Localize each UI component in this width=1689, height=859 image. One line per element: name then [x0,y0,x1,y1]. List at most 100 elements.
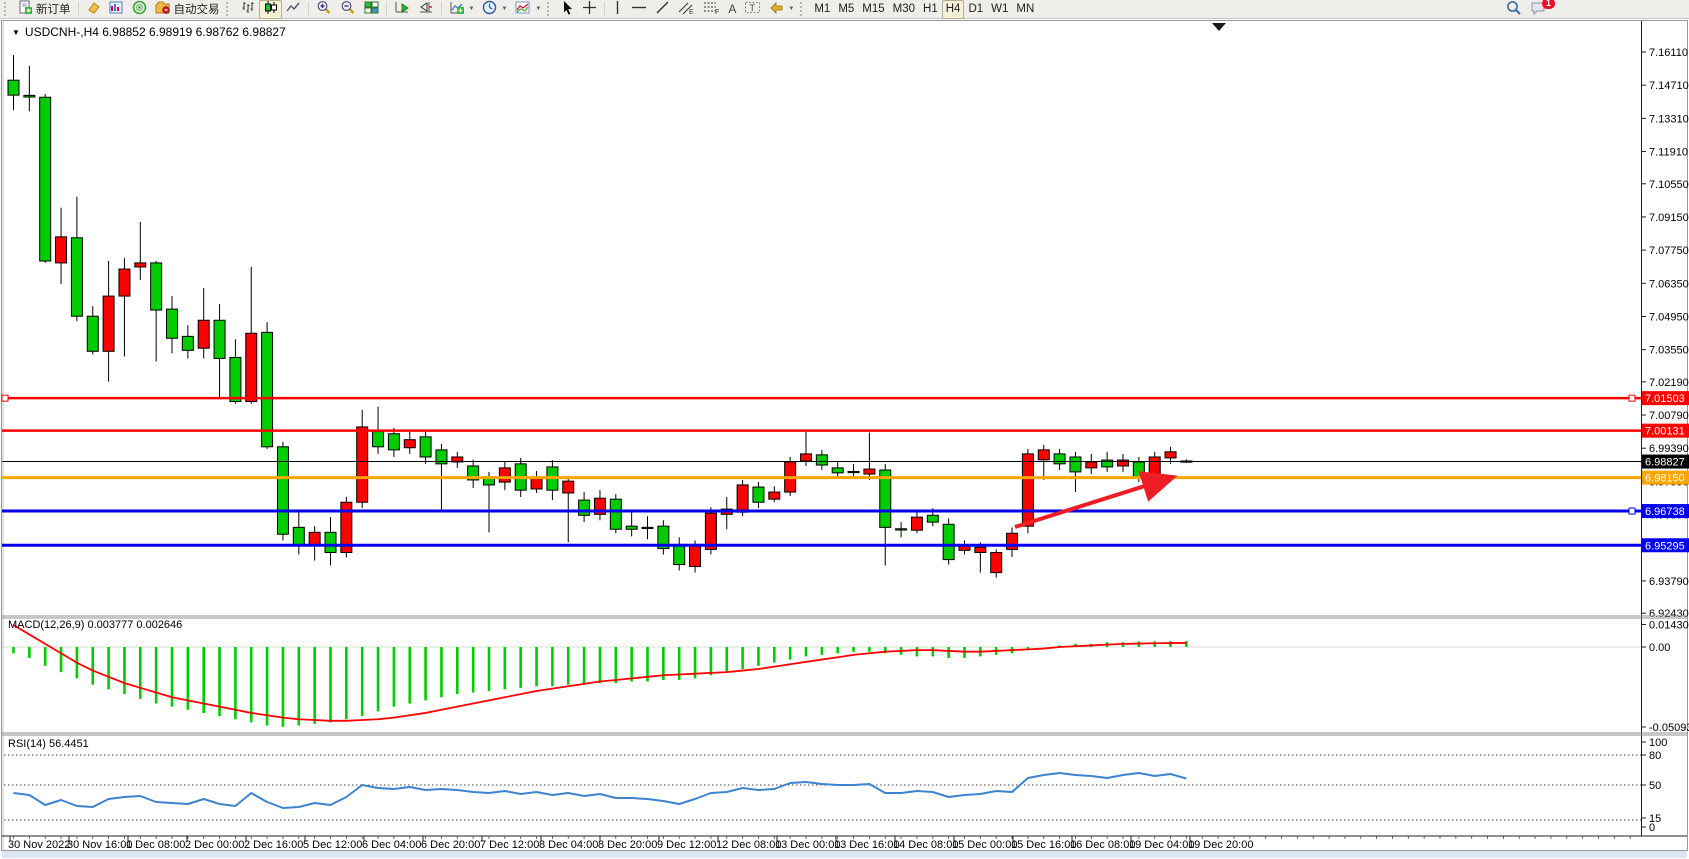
svg-text:16 Dec 08:00: 16 Dec 08:00 [1070,839,1135,851]
vertical-line-button[interactable] [608,0,627,19]
eraser-button[interactable] [82,0,105,19]
tile-windows-button[interactable] [360,0,383,19]
zoom-out-button[interactable] [336,0,360,19]
svg-text:19 Dec 20:00: 19 Dec 20:00 [1188,839,1253,851]
svg-text:T: T [750,3,756,13]
svg-text:6 Dec 04:00: 6 Dec 04:00 [362,839,421,851]
open-chart-icon [109,0,124,18]
timeframe-m15-button[interactable]: M15 [858,0,888,19]
svg-text:E: E [689,9,694,15]
open-chart-button[interactable] [105,0,128,19]
svg-text:0.00: 0.00 [1649,642,1670,654]
timeframe-h1-button[interactable]: H1 [919,0,942,19]
trendline-button[interactable] [651,0,674,19]
timeframe-m30-button[interactable]: M30 [889,0,919,19]
toolbar-separator [78,2,79,17]
horizontal-line-button[interactable] [627,0,651,19]
svg-text:2 Dec 16:00: 2 Dec 16:00 [244,839,303,851]
broadcast-button[interactable] [128,0,151,19]
timeframe-h4-button[interactable]: H4 [942,0,965,19]
timeframe-w1-button[interactable]: W1 [987,0,1012,19]
candlestick-chart-icon [263,0,278,18]
toolbar-separator [441,2,442,17]
arrows-button[interactable]: ▼ [765,0,798,19]
line-chart-button[interactable] [282,0,305,19]
svg-text:50: 50 [1649,780,1661,792]
svg-text:80: 80 [1649,750,1661,762]
svg-text:9 Dec 12:00: 9 Dec 12:00 [657,839,716,851]
cursor-button[interactable] [557,0,578,19]
chart-shift-button[interactable] [414,0,438,19]
notification-badge: 1 [1542,0,1555,9]
timeframe-m5-button[interactable]: M5 [834,0,858,19]
svg-text:2 Dec 00:00: 2 Dec 00:00 [185,839,244,851]
svg-text:7.09150: 7.09150 [1649,212,1689,224]
svg-text:13 Dec 00:00: 13 Dec 00:00 [775,839,840,851]
svg-text:7.03550: 7.03550 [1649,345,1689,357]
new-order-label: 新订单 [36,1,71,17]
svg-text:19 Dec 04:00: 19 Dec 04:00 [1129,839,1194,851]
chevron-down-icon: ▼ [469,6,475,12]
svg-text:7.04950: 7.04950 [1649,311,1689,323]
chart-title: ▼USDCNH-,H4 6.98852 6.98919 6.98762 6.98… [12,25,286,39]
equidistant-channel-button[interactable]: E [674,0,699,19]
eraser-icon [86,0,101,18]
chart-shift-icon [418,0,434,18]
notifications-button[interactable]: 1 [1526,0,1551,19]
bar-chart-icon [240,0,255,18]
search-button[interactable] [1502,0,1526,19]
toolbar-separator [386,2,387,17]
svg-text:7.00131: 7.00131 [1645,426,1685,438]
svg-text:7.11910: 7.11910 [1649,147,1688,159]
text-icon: A [728,2,736,16]
fibonacci-button[interactable]: F [699,0,724,19]
svg-text:30 Nov 16:00: 30 Nov 16:00 [67,839,132,851]
toolbar-grip[interactable] [800,2,806,16]
svg-text:7.14710: 7.14710 [1649,80,1689,92]
chevron-down-icon: ▼ [788,6,794,12]
new-order-button[interactable]: 新订单 [14,0,75,19]
text-label-icon: T [744,0,761,18]
svg-text:7.13310: 7.13310 [1649,113,1689,125]
svg-text:6 Dec 20:00: 6 Dec 20:00 [421,839,480,851]
text-label-button[interactable]: T [740,0,765,19]
svg-text:7.01503: 7.01503 [1645,393,1685,405]
toolbar-grip[interactable] [4,2,10,16]
chevron-down-icon: ▼ [535,6,541,12]
equidistant-channel-icon: E [678,0,695,18]
auto-scroll-button[interactable] [390,0,414,19]
auto-trading-icon [155,0,171,18]
chart-dropdown-icon[interactable]: ▼ [12,28,20,37]
timeframe-m1-button[interactable]: M1 [810,0,834,19]
svg-text:100: 100 [1649,737,1667,749]
svg-text:6.93790: 6.93790 [1649,576,1689,588]
text-button[interactable]: A [724,0,740,19]
indicators-button[interactable]: ▼ [445,0,479,19]
crosshair-button[interactable] [578,0,601,19]
svg-text:30 Nov 2022: 30 Nov 2022 [8,839,70,851]
timeframe-mn-button[interactable]: MN [1012,0,1038,19]
svg-text:8 Dec 20:00: 8 Dec 20:00 [598,839,657,851]
svg-text:15 Dec 00:00: 15 Dec 00:00 [952,839,1017,851]
templates-button[interactable]: ▼ [511,0,545,19]
zoom-in-button[interactable] [312,0,336,19]
chevron-down-icon: ▼ [501,6,507,12]
templates-icon [515,0,531,18]
svg-text:F: F [715,9,719,15]
chart-canvas[interactable]: 7.161107.147107.133107.119107.105507.091… [0,0,1689,859]
periods-button[interactable]: ▼ [478,0,511,19]
new-order-icon [18,0,33,18]
timeframe-d1-button[interactable]: D1 [964,0,987,19]
auto-trading-button[interactable]: 自动交易 [151,0,224,19]
broadcast-icon [132,0,147,18]
horizontal-line-icon [631,0,647,18]
svg-text:0.014306: 0.014306 [1649,620,1689,632]
toolbar-grip[interactable] [547,2,553,16]
svg-text:6.95295: 6.95295 [1645,540,1685,552]
candlestick-chart-button[interactable] [259,0,282,19]
toolbar-grip[interactable] [226,2,232,16]
bar-chart-button[interactable] [236,0,259,19]
arrows-icon [769,0,784,18]
macd-indicator-label: MACD(12,26,9) 0.003777 0.002646 [8,619,182,631]
tile-windows-icon [364,0,379,18]
